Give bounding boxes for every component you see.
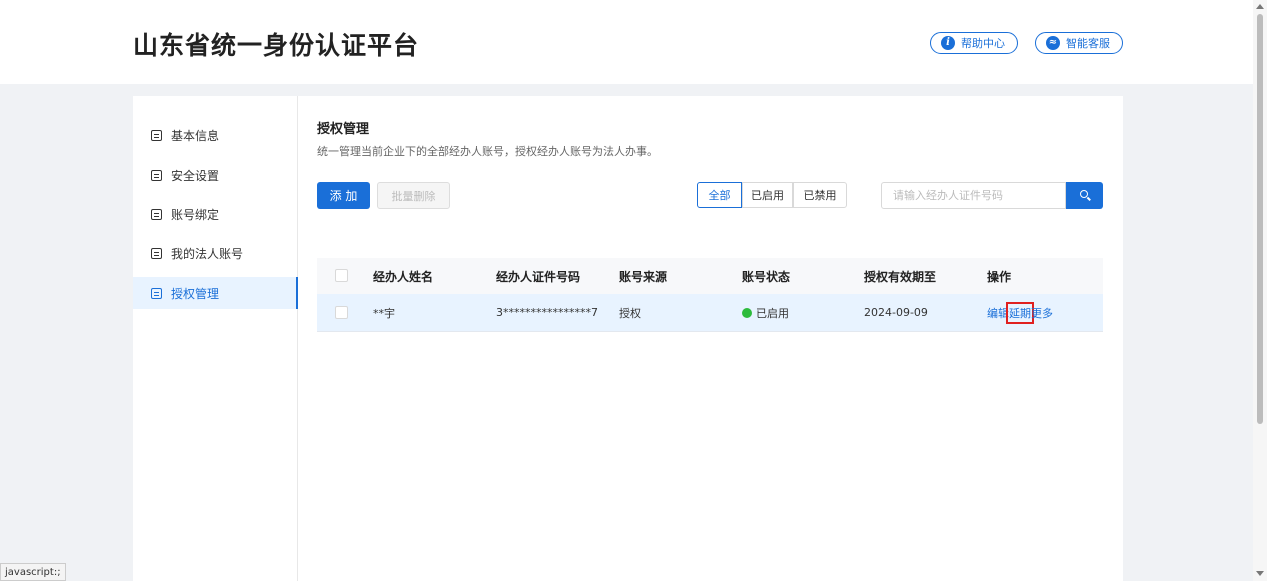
page-title: 授权管理 [317,122,370,137]
top-header: 山东省统一身份认证平台 i 帮助中心 ≈ 智能客服 [0,0,1253,84]
add-button[interactable]: 添 加 [317,182,370,209]
site-title: 山东省统一身份认证平台 [133,31,420,60]
scroll-thumb[interactable] [1257,14,1263,424]
search-icon [1080,190,1088,198]
table-row: **宇 3****************7 授权 已启用 2024-09-09… [317,294,1103,332]
column-header: 账号状态 [742,269,791,284]
id-search-input[interactable] [881,182,1066,209]
smart-service-label: 智能客服 [1066,37,1110,50]
edit-link[interactable]: 编辑 [987,305,1009,321]
search-button[interactable] [1066,182,1103,209]
sidebar-item-label: 账号绑定 [171,207,220,222]
select-all-checkbox[interactable] [335,269,348,282]
agent-id-number: 3****************7 [496,306,598,319]
authorization-icon [151,287,162,299]
help-center-label: 帮助中心 [961,37,1005,50]
extend-link[interactable]: 延期 [1006,301,1034,324]
account-status: 已启用 [742,294,789,331]
sidebar-item-label: 基本信息 [171,128,220,143]
batch-delete-button[interactable]: 批量删除 [377,182,450,209]
sidebar-item-security[interactable]: 安全设置 [133,159,298,191]
sidebar-item-label: 安全设置 [171,168,220,183]
link-icon [151,208,162,220]
filter-disabled-button[interactable]: 已禁用 [793,182,847,208]
column-header: 操作 [987,269,1012,284]
sidebar-item-basic-info[interactable]: 基本信息 [133,119,298,151]
info-icon: i [941,36,955,50]
scroll-up-icon[interactable] [1256,4,1264,9]
authorization-expiry: 2024-09-09 [864,306,928,319]
column-header: 账号来源 [619,269,668,284]
scroll-down-icon[interactable] [1256,571,1264,576]
filter-all-button[interactable]: 全部 [697,182,742,208]
account-source: 授权 [619,306,641,320]
sidebar-item-account-binding[interactable]: 账号绑定 [133,198,298,230]
id-card-icon [151,247,162,259]
sidebar-item-label: 我的法人账号 [171,246,244,261]
agent-name: **宇 [373,306,395,320]
row-actions: 编辑 延期 更多 [987,294,1053,331]
table-header: 经办人姓名 经办人证件号码 账号来源 账号状态 授权有效期至 操作 [317,258,1103,294]
column-header: 经办人证件号码 [496,269,581,284]
sidebar-item-label: 授权管理 [171,286,220,301]
browser-status-bar: javascript:; [0,563,66,581]
smart-service-button[interactable]: ≈ 智能客服 [1035,32,1123,54]
chat-icon: ≈ [1046,36,1060,50]
content-card: 基本信息 安全设置 账号绑定 我的法人账号 授权管理 授权管理 统一管理当前企业… [133,96,1123,581]
sidebar: 基本信息 安全设置 账号绑定 我的法人账号 授权管理 [133,96,298,581]
help-center-button[interactable]: i 帮助中心 [930,32,1018,54]
row-checkbox[interactable] [335,305,348,319]
more-link[interactable]: 更多 [1031,305,1053,321]
column-header: 授权有效期至 [864,269,937,284]
page-description: 统一管理当前企业下的全部经办人账号，授权经办人账号为法人办事。 [317,145,658,158]
page-scrollbar[interactable] [1253,0,1267,581]
sidebar-item-legal-account[interactable]: 我的法人账号 [133,237,298,269]
filter-enabled-button[interactable]: 已启用 [742,182,793,208]
document-icon [151,129,162,141]
column-header: 经办人姓名 [373,269,434,284]
sidebar-item-authorization[interactable]: 授权管理 [133,277,298,309]
status-dot-icon [742,307,752,318]
shield-icon [151,169,162,181]
account-status-label: 已启用 [756,306,789,320]
